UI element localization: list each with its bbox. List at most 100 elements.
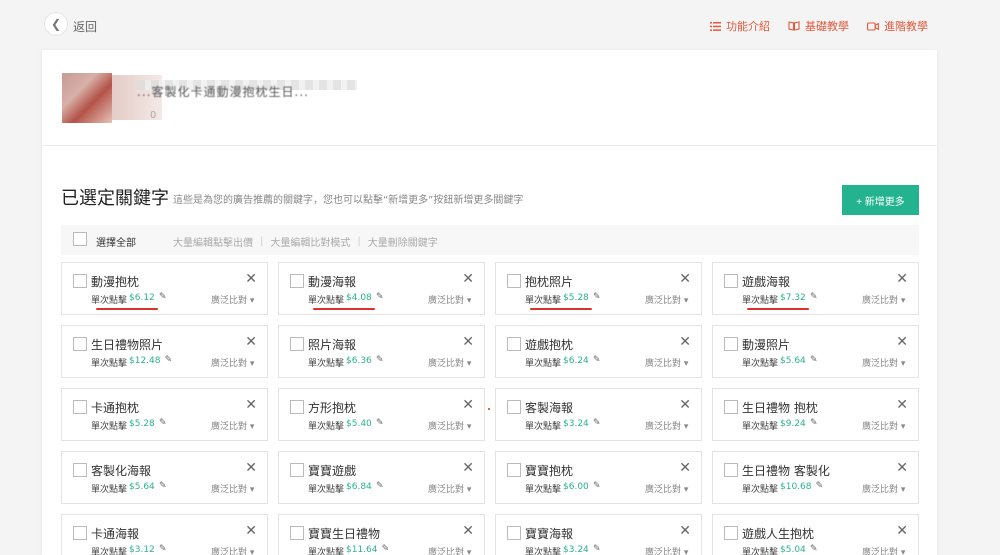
pencil-icon[interactable]: ✎ bbox=[593, 544, 601, 554]
pencil-icon[interactable]: ✎ bbox=[382, 544, 390, 554]
keyword-checkbox[interactable] bbox=[73, 526, 87, 540]
match-type-dropdown[interactable]: 廣泛比對 ▾ bbox=[862, 293, 905, 306]
match-type-dropdown[interactable]: 廣泛比對 ▾ bbox=[211, 545, 254, 555]
match-type-dropdown[interactable]: 廣泛比對 ▾ bbox=[862, 545, 905, 555]
pencil-icon[interactable]: ✎ bbox=[593, 481, 601, 491]
keyword-checkbox[interactable] bbox=[724, 400, 738, 414]
close-icon[interactable]: ✕ bbox=[245, 460, 257, 476]
keyword-checkbox[interactable] bbox=[290, 337, 304, 351]
match-type-dropdown[interactable]: 廣泛比對 ▾ bbox=[645, 545, 688, 555]
keyword-checkbox[interactable] bbox=[290, 526, 304, 540]
match-type-dropdown[interactable]: 廣泛比對 ▾ bbox=[428, 545, 471, 555]
add-more-button[interactable]: + 新增更多 bbox=[842, 185, 919, 215]
keyword-checkbox[interactable] bbox=[724, 274, 738, 288]
match-type-dropdown[interactable]: 廣泛比對 ▾ bbox=[211, 293, 254, 306]
match-type-dropdown[interactable]: 廣泛比對 ▾ bbox=[862, 482, 905, 495]
bid-value[interactable]: $5.64 bbox=[780, 356, 806, 366]
bid-value[interactable]: $5.64 bbox=[129, 482, 155, 492]
pencil-icon[interactable]: ✎ bbox=[810, 418, 818, 428]
pencil-icon[interactable]: ✎ bbox=[159, 544, 167, 554]
keyword-checkbox[interactable] bbox=[290, 274, 304, 288]
match-type-dropdown[interactable]: 廣泛比對 ▾ bbox=[428, 419, 471, 432]
close-icon[interactable]: ✕ bbox=[679, 397, 691, 413]
keyword-checkbox[interactable] bbox=[73, 400, 87, 414]
keyword-checkbox[interactable] bbox=[724, 463, 738, 477]
bulk-edit-bid[interactable]: 大量編輯點擊出價 bbox=[173, 234, 253, 249]
close-icon[interactable]: ✕ bbox=[462, 271, 474, 287]
close-icon[interactable]: ✕ bbox=[896, 397, 908, 413]
back-button[interactable]: ❮ bbox=[44, 12, 68, 36]
match-type-dropdown[interactable]: 廣泛比對 ▾ bbox=[645, 482, 688, 495]
match-type-dropdown[interactable]: 廣泛比對 ▾ bbox=[862, 356, 905, 369]
link-feature-intro[interactable]: 功能介紹 bbox=[710, 18, 770, 34]
bulk-edit-match[interactable]: 大量編輯比對模式 bbox=[270, 234, 350, 249]
bid-value[interactable]: $4.08 bbox=[346, 293, 372, 303]
match-type-dropdown[interactable]: 廣泛比對 ▾ bbox=[211, 356, 254, 369]
match-type-dropdown[interactable]: 廣泛比對 ▾ bbox=[428, 293, 471, 306]
link-basic-tutorial[interactable]: 基礎教學 bbox=[788, 18, 849, 34]
close-icon[interactable]: ✕ bbox=[896, 460, 908, 476]
close-icon[interactable]: ✕ bbox=[679, 523, 691, 539]
match-type-dropdown[interactable]: 廣泛比對 ▾ bbox=[645, 293, 688, 306]
bid-value[interactable]: $6.00 bbox=[563, 482, 589, 492]
keyword-checkbox[interactable] bbox=[507, 526, 521, 540]
keyword-checkbox[interactable] bbox=[724, 526, 738, 540]
pencil-icon[interactable]: ✎ bbox=[165, 355, 173, 365]
pencil-icon[interactable]: ✎ bbox=[159, 481, 167, 491]
close-icon[interactable]: ✕ bbox=[462, 397, 474, 413]
select-all-label[interactable]: 選擇全部 bbox=[96, 234, 136, 249]
close-icon[interactable]: ✕ bbox=[245, 334, 257, 350]
close-icon[interactable]: ✕ bbox=[462, 334, 474, 350]
pencil-icon[interactable]: ✎ bbox=[810, 544, 818, 554]
match-type-dropdown[interactable]: 廣泛比對 ▾ bbox=[645, 419, 688, 432]
match-type-dropdown[interactable]: 廣泛比對 ▾ bbox=[211, 482, 254, 495]
bid-value[interactable]: $3.12 bbox=[129, 545, 155, 555]
bid-value[interactable]: $10.68 bbox=[780, 482, 812, 492]
keyword-checkbox[interactable] bbox=[290, 463, 304, 477]
bid-value[interactable]: $5.28 bbox=[563, 293, 589, 303]
pencil-icon[interactable]: ✎ bbox=[593, 418, 601, 428]
pencil-icon[interactable]: ✎ bbox=[376, 481, 384, 491]
close-icon[interactable]: ✕ bbox=[679, 334, 691, 350]
bid-value[interactable]: $3.24 bbox=[563, 545, 589, 555]
close-icon[interactable]: ✕ bbox=[462, 460, 474, 476]
close-icon[interactable]: ✕ bbox=[245, 397, 257, 413]
close-icon[interactable]: ✕ bbox=[245, 271, 257, 287]
bid-value[interactable]: $5.04 bbox=[780, 545, 806, 555]
close-icon[interactable]: ✕ bbox=[896, 334, 908, 350]
bid-value[interactable]: $12.48 bbox=[129, 356, 161, 366]
pencil-icon[interactable]: ✎ bbox=[810, 292, 818, 302]
pencil-icon[interactable]: ✎ bbox=[593, 355, 601, 365]
bid-value[interactable]: $11.64 bbox=[346, 545, 378, 555]
keyword-checkbox[interactable] bbox=[73, 274, 87, 288]
match-type-dropdown[interactable]: 廣泛比對 ▾ bbox=[211, 419, 254, 432]
pencil-icon[interactable]: ✎ bbox=[376, 418, 384, 428]
pencil-icon[interactable]: ✎ bbox=[810, 355, 818, 365]
bid-value[interactable]: $5.28 bbox=[129, 419, 155, 429]
match-type-dropdown[interactable]: 廣泛比對 ▾ bbox=[428, 356, 471, 369]
close-icon[interactable]: ✕ bbox=[896, 523, 908, 539]
bid-value[interactable]: $6.84 bbox=[346, 482, 372, 492]
bid-value[interactable]: $3.24 bbox=[563, 419, 589, 429]
pencil-icon[interactable]: ✎ bbox=[159, 418, 167, 428]
bid-value[interactable]: $6.12 bbox=[129, 293, 155, 303]
keyword-checkbox[interactable] bbox=[507, 337, 521, 351]
select-all-checkbox[interactable] bbox=[73, 232, 87, 246]
close-icon[interactable]: ✕ bbox=[896, 271, 908, 287]
bid-value[interactable]: $6.24 bbox=[563, 356, 589, 366]
keyword-checkbox[interactable] bbox=[724, 337, 738, 351]
pencil-icon[interactable]: ✎ bbox=[593, 292, 601, 302]
bulk-delete[interactable]: 大量刪除關鍵字 bbox=[368, 234, 438, 249]
close-icon[interactable]: ✕ bbox=[679, 271, 691, 287]
close-icon[interactable]: ✕ bbox=[245, 523, 257, 539]
keyword-checkbox[interactable] bbox=[507, 463, 521, 477]
bid-value[interactable]: $7.32 bbox=[780, 293, 806, 303]
keyword-checkbox[interactable] bbox=[73, 463, 87, 477]
match-type-dropdown[interactable]: 廣泛比對 ▾ bbox=[428, 482, 471, 495]
close-icon[interactable]: ✕ bbox=[462, 523, 474, 539]
match-type-dropdown[interactable]: 廣泛比對 ▾ bbox=[862, 419, 905, 432]
pencil-icon[interactable]: ✎ bbox=[376, 292, 384, 302]
match-type-dropdown[interactable]: 廣泛比對 ▾ bbox=[645, 356, 688, 369]
bid-value[interactable]: $5.40 bbox=[346, 419, 372, 429]
pencil-icon[interactable]: ✎ bbox=[159, 292, 167, 302]
